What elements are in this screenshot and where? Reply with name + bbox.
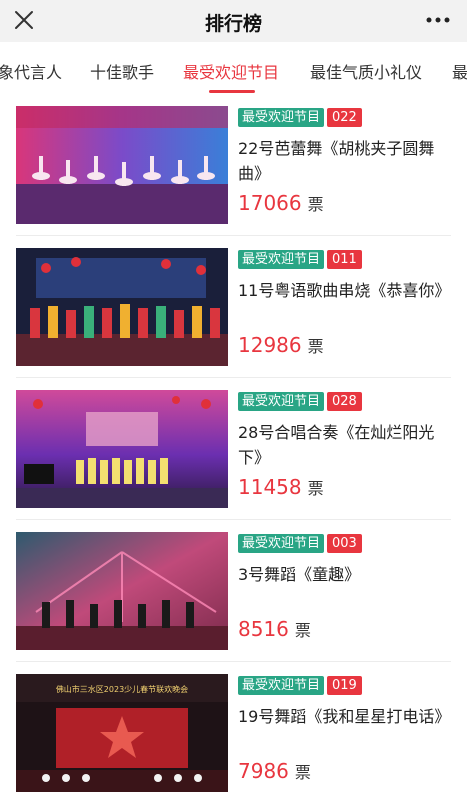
vote-number: 8516 <box>238 617 289 641</box>
vote-count: 17066 票 <box>238 191 453 215</box>
program-photo[interactable]: 佛山市三水区2023少儿春节联欢晚会 <box>16 674 228 792</box>
program-photo[interactable] <box>16 106 228 224</box>
program-photo[interactable] <box>16 390 228 508</box>
more-dots-icon[interactable] <box>423 10 453 30</box>
program-title: 19号舞蹈《我和星星打电话》 <box>238 707 451 726</box>
program-number-badge: 019 <box>327 676 362 695</box>
vote-unit: 票 <box>307 195 324 214</box>
tab-top-singers[interactable]: 十佳歌手 <box>90 59 154 83</box>
tab-more-truncated[interactable]: 最 <box>452 59 467 83</box>
vote-number: 11458 <box>238 475 302 499</box>
category-tabs: 象代言人 十佳歌手 最受欢迎节目 最佳气质小礼仪 最 <box>0 42 467 94</box>
program-photo[interactable] <box>16 248 228 366</box>
program-title: 3号舞蹈《童趣》 <box>238 565 361 584</box>
vote-unit: 票 <box>307 479 324 498</box>
category-badge: 最受欢迎节目 <box>238 392 325 411</box>
category-badge: 最受欢迎节目 <box>238 250 325 269</box>
photo-banner-text: 佛山市三水区2023少儿春节联欢晚会 <box>56 684 188 694</box>
vote-unit: 票 <box>294 621 311 640</box>
vote-count: 8516 票 <box>238 617 453 641</box>
page-title: 排行榜 <box>204 13 262 35</box>
vote-count: 7986 票 <box>238 759 453 783</box>
vote-unit: 票 <box>294 763 311 782</box>
list-item[interactable]: 最受欢迎节目 022 22号芭蕾舞《胡桃夹子圆舞曲》 17066 票 <box>0 94 467 236</box>
category-badge: 最受欢迎节目 <box>238 108 325 127</box>
program-number-badge: 003 <box>327 534 362 553</box>
category-badge: 最受欢迎节目 <box>238 534 325 553</box>
vote-number: 7986 <box>238 759 289 783</box>
program-number-badge: 011 <box>327 250 362 269</box>
list-item[interactable]: 最受欢迎节目 028 28号合唱合奏《在灿烂阳光下》 11458 票 <box>0 378 467 520</box>
list-item[interactable]: 佛山市三水区2023少儿春节联欢晚会 最受欢迎节目 019 19号舞蹈《我和星星打… <box>0 662 467 800</box>
tab-etiquette[interactable]: 最佳气质小礼仪 <box>310 59 422 83</box>
program-title: 28号合唱合奏《在灿烂阳光下》 <box>238 423 435 467</box>
vote-unit: 票 <box>307 337 324 356</box>
list-item[interactable]: 最受欢迎节目 011 11号粤语歌曲串烧《恭喜你》 12986 票 <box>0 236 467 378</box>
program-number-badge: 028 <box>327 392 362 411</box>
program-title: 11号粤语歌曲串烧《恭喜你》 <box>238 281 451 300</box>
vote-count: 12986 票 <box>238 333 453 357</box>
program-photo[interactable] <box>16 532 228 650</box>
category-badge: 最受欢迎节目 <box>238 676 325 695</box>
list-item[interactable]: 最受欢迎节目 003 3号舞蹈《童趣》 8516 票 <box>0 520 467 662</box>
top-bar: 排行榜 <box>0 0 467 42</box>
vote-count: 11458 票 <box>238 475 453 499</box>
vote-number: 17066 <box>238 191 302 215</box>
program-title: 22号芭蕾舞《胡桃夹子圆舞曲》 <box>238 139 435 183</box>
program-number-badge: 022 <box>327 108 362 127</box>
active-tab-indicator <box>209 90 255 93</box>
vote-number: 12986 <box>238 333 302 357</box>
tab-favorite-programs[interactable]: 最受欢迎节目 <box>183 59 279 83</box>
tab-ambassador[interactable]: 象代言人 <box>0 59 62 83</box>
